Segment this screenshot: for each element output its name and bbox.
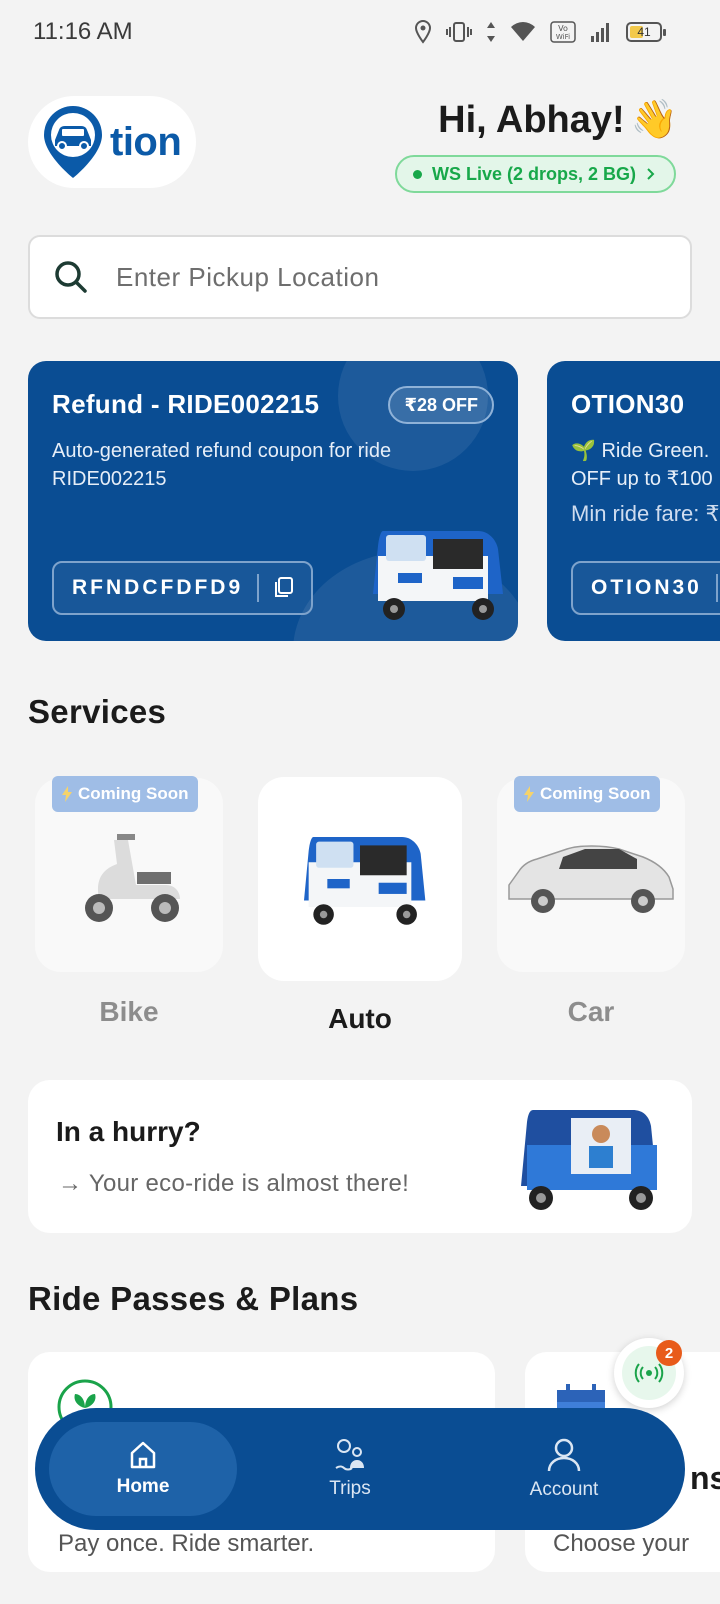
coupon-code: RFNDCFDFD9 xyxy=(72,576,244,599)
divider xyxy=(257,574,260,602)
home-icon xyxy=(130,1441,156,1469)
nav-home-label: Home xyxy=(116,1476,170,1497)
nav-home[interactable]: Home xyxy=(49,1422,237,1516)
nav-account[interactable]: Account xyxy=(489,1422,639,1516)
pass-subtitle: Pay once. Ride smarter. xyxy=(58,1530,315,1557)
coupon-card[interactable]: Refund - RIDE002215 ₹28 OFF Auto-generat… xyxy=(28,361,518,641)
coupon-title: OTION30 xyxy=(571,389,685,419)
copy-icon[interactable] xyxy=(273,577,294,599)
services-title: Services xyxy=(28,693,167,730)
service-label-car[interactable]: Car xyxy=(497,996,685,1028)
nav-trips-label: Trips xyxy=(329,1478,371,1499)
auto-rickshaw-image xyxy=(304,837,426,925)
car-pin-icon xyxy=(44,106,102,178)
nav-account-label: Account xyxy=(529,1479,599,1500)
hurry-title: In a hurry? xyxy=(56,1116,201,1147)
passes-title: Ride Passes & Plans xyxy=(28,1280,359,1317)
hurry-subtitle: → Your eco-ride is almost there! xyxy=(58,1170,410,1197)
auto-rickshaw-image xyxy=(373,531,503,620)
logo-text: tion xyxy=(110,119,182,164)
pickup-location-input[interactable] xyxy=(116,261,616,293)
coming-soon-badge: Coming Soon xyxy=(514,776,661,812)
ws-status-text: WS Live (2 drops, 2 BG) xyxy=(431,163,636,184)
pickup-search-bar[interactable] xyxy=(28,235,692,319)
broadcast-icon xyxy=(634,1363,664,1383)
bolt-icon xyxy=(524,786,534,802)
app-logo: tion xyxy=(28,96,196,188)
pass-title-fragment: ns xyxy=(690,1460,720,1496)
divider xyxy=(715,574,718,602)
wave-emoji-icon: 👋 xyxy=(630,99,678,141)
coupon-card[interactable]: OTION30 🌱 Ride Green. OFF up to ₹100 Min… xyxy=(547,361,720,641)
status-icons: Vo WiFi 41 xyxy=(414,20,666,44)
data-arrows-icon xyxy=(487,22,495,42)
coupon-code: OTION30 xyxy=(591,576,702,599)
location-icon xyxy=(414,20,432,44)
coming-soon-badge: Coming Soon xyxy=(52,776,199,812)
vowifi-icon: VoWiFi xyxy=(550,21,576,43)
car-image xyxy=(508,845,674,913)
service-auto-card[interactable] xyxy=(258,777,462,981)
nav-trips[interactable]: Trips xyxy=(275,1422,425,1516)
search-icon xyxy=(55,261,87,293)
live-dot-icon xyxy=(412,169,422,179)
account-icon xyxy=(547,1438,581,1472)
greeting: Hi, Abhay! 👋 xyxy=(438,98,678,142)
coupon-description: Auto-generated refund coupon for ride RI… xyxy=(52,440,392,490)
greeting-text: Hi, Abhay! xyxy=(438,98,625,141)
bottom-nav: Home Trips Account xyxy=(35,1408,685,1530)
battery-icon: 41 xyxy=(626,22,666,42)
hurry-banner[interactable]: In a hurry? → Your eco-ride is almost th… xyxy=(28,1080,692,1233)
status-time: 11:16 AM xyxy=(33,18,133,45)
wifi-icon xyxy=(511,22,535,41)
vibrate-icon xyxy=(446,22,472,42)
svg-text:WiFi: WiFi xyxy=(556,33,570,41)
driver-auto-illustration xyxy=(521,1110,657,1210)
coupon-discount-badge: ₹28 OFF xyxy=(388,386,494,424)
trips-icon xyxy=(335,1439,364,1471)
scooter-image xyxy=(85,834,180,922)
arrow-right-icon: → xyxy=(58,1170,83,1197)
chevron-right-icon xyxy=(647,168,655,180)
coupon-title: Refund - RIDE002215 xyxy=(52,389,320,419)
pass-subtitle: Choose your xyxy=(553,1530,690,1557)
coupon-code-box[interactable]: OTION30 xyxy=(571,561,720,615)
service-label-auto[interactable]: Auto xyxy=(258,1003,462,1035)
signal-icon xyxy=(591,23,609,42)
live-rides-fab[interactable]: 2 xyxy=(614,1338,684,1408)
coupon-code-box[interactable]: RFNDCFDFD9 xyxy=(52,561,314,615)
service-label-bike[interactable]: Bike xyxy=(35,996,223,1028)
coupon-description: 🌱 Ride Green. OFF up to ₹100 xyxy=(571,440,713,490)
notification-badge: 2 xyxy=(656,1340,682,1366)
coupon-min-fare: Min ride fare: ₹ xyxy=(571,501,720,526)
svg-text:Vo: Vo xyxy=(558,24,568,33)
bolt-icon xyxy=(62,786,72,802)
ws-status-pill[interactable]: WS Live (2 drops, 2 BG) xyxy=(394,155,676,193)
